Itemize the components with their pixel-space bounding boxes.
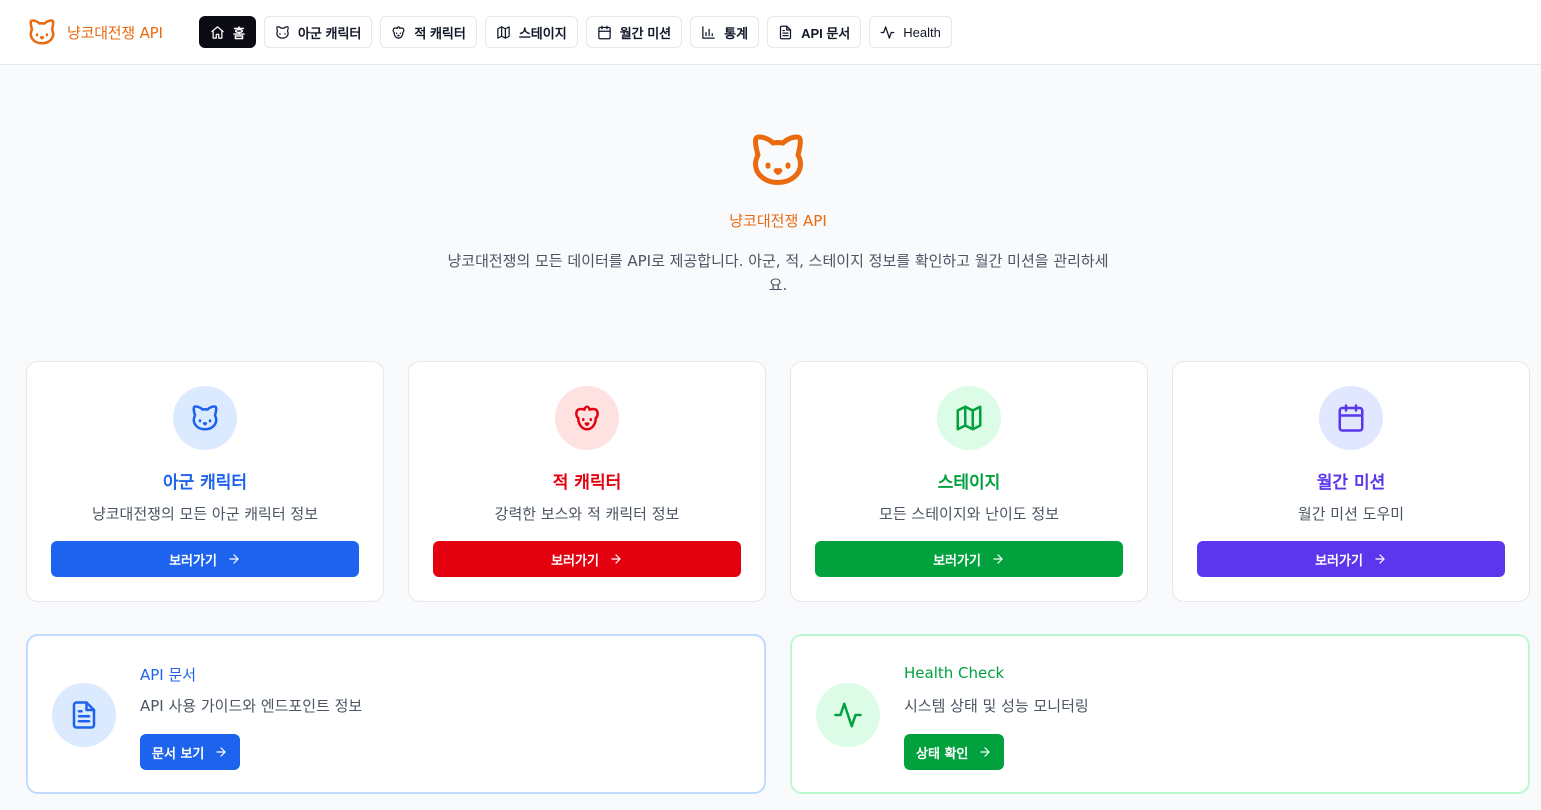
map-icon [956,405,982,431]
nav-stages[interactable]: 스테이지 [484,16,578,48]
button-label: 보러가기 [933,553,981,569]
arrow-right-icon [980,747,991,757]
nav-enemy-characters[interactable]: 적 캐릭터 [380,16,477,48]
card-api-docs: API 문서 API 사용 가이드와 엔드포인트 정보 문서 보기 [26,634,766,794]
card-ally-characters: 아군 캐릭터 냥코대전쟁의 모든 아군 캐릭터 정보 보러가기 [26,361,384,602]
brand-logo[interactable]: 냥코대전쟁 API [27,16,163,48]
card-icon-circle [816,683,880,747]
nav-statistics[interactable]: 통계 [690,16,760,48]
nav-health[interactable]: Health [869,16,952,48]
dog-icon [575,405,599,431]
arrow-right-icon [611,554,621,564]
bar-chart-icon [702,25,715,39]
nav-monthly-missions[interactable]: 월간 미션 [585,16,683,48]
map-icon [497,25,510,39]
card-title: 스테이지 [937,473,1001,493]
home-icon [211,25,224,39]
main-nav: 홈 아군 캐릭터 적 캐릭터 스테이지 월간 미션 통계 API 문서 Heal… [199,16,952,48]
card-icon-circle [555,386,619,450]
nav-api-docs[interactable]: API 문서 [767,16,862,48]
card-icon-circle [1319,386,1383,450]
nav-health-label: Health [903,24,941,40]
card-health-check: Health Check 시스템 상태 및 성능 모니터링 상태 확인 [790,634,1530,794]
document-icon [779,25,792,39]
cat-icon [752,134,803,185]
brand-name: 냥코대전쟁 API [67,23,163,42]
card-description: 냥코대전쟁의 모든 아군 캐릭터 정보 [91,505,319,523]
card-icon-circle [937,386,1001,450]
button-label: 문서 보기 [152,746,205,762]
card-icon-circle [173,386,237,450]
hero-title: 냥코대전쟁 API [729,212,827,230]
calendar-icon [1338,404,1364,432]
top-navigation-bar: 냥코대전쟁 API 홈 아군 캐릭터 적 캐릭터 스테이지 월간 미션 통계 A… [0,0,1541,65]
button-label: 보러가기 [1315,553,1363,569]
card-title: 월간 미션 [1316,473,1386,493]
card-enemy-characters: 적 캐릭터 강력한 보스와 적 캐릭터 정보 보러가기 [408,361,766,602]
nav-missions-label: 월간 미션 [619,25,672,41]
arrow-right-icon [229,554,239,564]
document-icon [72,701,96,729]
calendar-icon [597,25,611,39]
button-label: 보러가기 [551,553,599,569]
card-title: 적 캐릭터 [552,473,622,493]
view-enemy-button[interactable]: 보러가기 [433,541,741,577]
nav-statistics-label: 통계 [724,25,749,41]
card-title: 아군 캐릭터 [162,473,248,493]
view-ally-button[interactable]: 보러가기 [51,541,359,577]
cat-icon [276,25,289,39]
card-stages: 스테이지 모든 스테이지와 난이도 정보 보러가기 [790,361,1148,602]
view-stages-button[interactable]: 보러가기 [815,541,1123,577]
card-title: API 문서 [140,666,197,684]
card-title: Health Check [904,664,1005,682]
card-icon-circle [52,683,116,747]
nav-ally-label: 아군 캐릭터 [297,25,362,41]
button-label: 상태 확인 [916,746,969,762]
nav-ally-characters[interactable]: 아군 캐릭터 [263,16,373,48]
arrow-right-icon [1375,554,1385,564]
hero-description: 냥코대전쟁의 모든 데이터를 API로 제공합니다. 아군, 적, 스테이지 정… [447,252,1109,294]
cat-icon [192,405,218,431]
view-missions-button[interactable]: 보러가기 [1197,541,1505,577]
card-description: API 사용 가이드와 엔드포인트 정보 [140,697,363,715]
nav-home[interactable]: 홈 [199,16,256,48]
dog-icon [392,25,405,39]
view-docs-button[interactable]: 문서 보기 [140,734,241,770]
card-description: 모든 스테이지와 난이도 정보 [879,505,1059,523]
card-monthly-missions: 월간 미션 월간 미션 도우미 보러가기 [1172,361,1530,602]
check-status-button[interactable]: 상태 확인 [904,734,1005,770]
nav-home-label: 홈 [233,25,245,41]
arrow-right-icon [993,554,1003,564]
nav-stages-label: 스테이지 [518,25,567,41]
card-description: 월간 미션 도우미 [1297,505,1405,523]
card-description: 시스템 상태 및 성능 모니터링 [904,697,1089,715]
activity-icon [880,25,895,39]
card-description: 강력한 보스와 적 캐릭터 정보 [494,505,680,523]
arrow-right-icon [216,747,227,757]
cat-icon [29,19,55,45]
button-label: 보러가기 [169,553,217,569]
activity-icon [834,702,862,728]
nav-api-docs-label: API 문서 [801,25,851,41]
nav-enemy-label: 적 캐릭터 [414,25,466,41]
